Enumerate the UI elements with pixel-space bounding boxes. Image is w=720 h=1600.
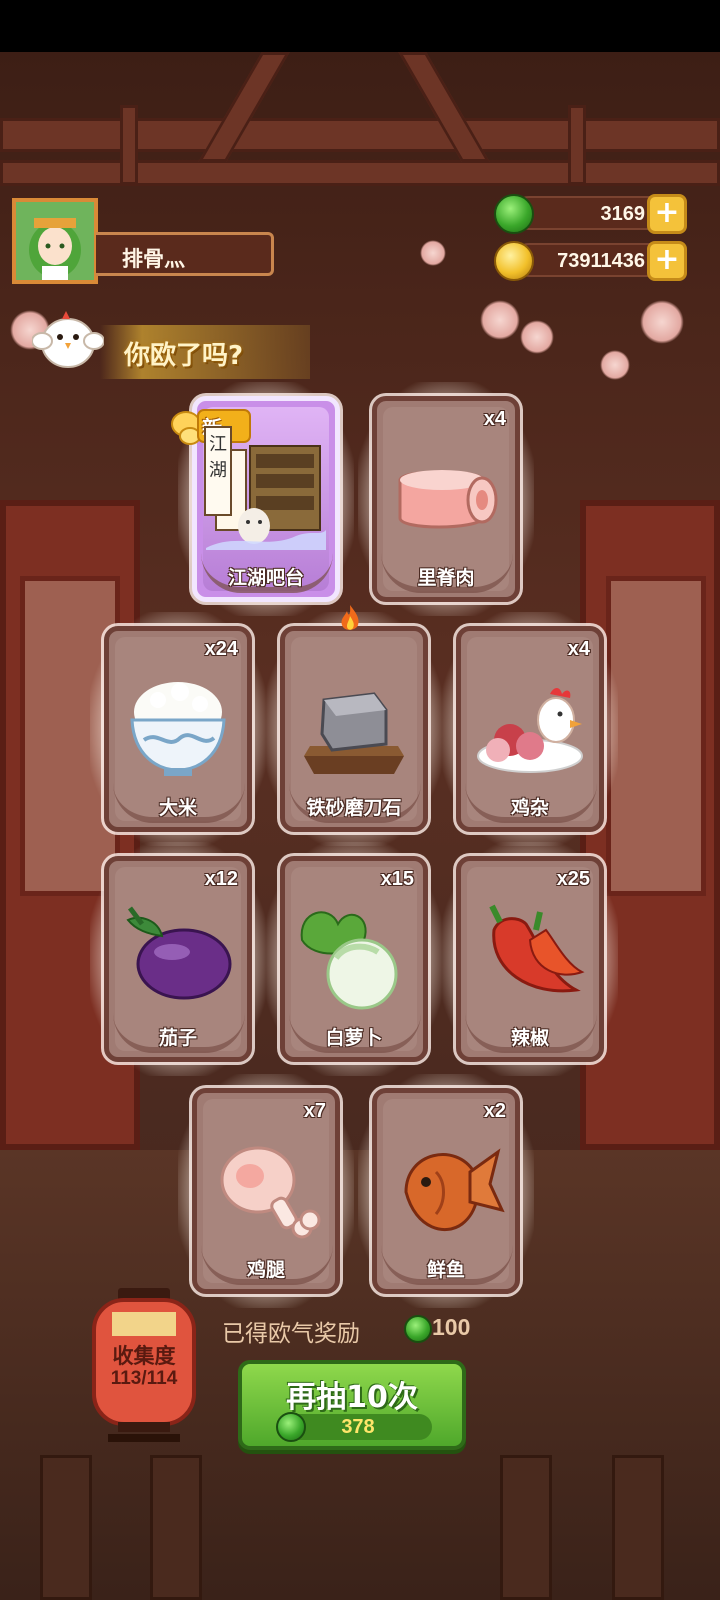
- chicken-offal-icon: [477, 688, 583, 773]
- slogan-banner: 你欧了吗?: [100, 325, 310, 379]
- jade-icon: [404, 1315, 432, 1343]
- roof-post-2: [568, 105, 586, 185]
- rice-bowl-icon: [130, 682, 226, 776]
- player-name: 排骨灬: [122, 247, 185, 271]
- add-jade-button[interactable]: +: [647, 194, 687, 234]
- blossom-decor: [600, 350, 630, 380]
- reward-card[interactable]: x4 里脊肉: [358, 382, 534, 616]
- coin-icon: [494, 241, 534, 281]
- fence-post: [500, 1455, 552, 1600]
- avatar-portrait-icon: [16, 202, 94, 280]
- reward-card[interactable]: x4 鸡杂: [442, 612, 618, 846]
- coin-currency-bar: 73911436 +: [494, 241, 687, 281]
- fence-post: [150, 1455, 202, 1600]
- drumstick-icon: [220, 1146, 321, 1239]
- card-quantity: x2: [483, 1100, 506, 1122]
- fire-icon: [338, 604, 362, 634]
- draw-cost-bar: 378: [276, 1412, 432, 1442]
- status-bar: [0, 0, 720, 52]
- roof-beam: [0, 118, 720, 152]
- reward-card[interactable]: x15 白萝卜: [266, 842, 442, 1076]
- card-quantity: x4: [483, 408, 506, 430]
- pork-loin-icon: [398, 470, 498, 529]
- draw-again-button[interactable]: 再抽10次 378: [238, 1360, 466, 1450]
- card-name: 茄子: [158, 1027, 197, 1049]
- reward-card[interactable]: x25 辣椒: [442, 842, 618, 1076]
- reward-card[interactable]: x12 茄子: [90, 842, 266, 1076]
- card-name: 辣椒: [510, 1027, 549, 1049]
- game-screen: 排骨灬 3169 + 73911436 + 你欧了吗? 江湖吧台新江湖 x4 里脊肉…: [0, 0, 720, 1600]
- jade-currency-bar: 3169 +: [494, 194, 687, 234]
- card-quantity: x15: [380, 868, 414, 890]
- coin-amount: 73911436: [557, 250, 645, 272]
- white-radish-icon: [300, 911, 398, 1010]
- scroll-char: 江: [209, 434, 227, 455]
- card-name: 鸡腿: [246, 1259, 285, 1281]
- right-window-lattice: [606, 576, 706, 896]
- chili-icon: [489, 904, 585, 993]
- collection-count: 113/114: [110, 1368, 178, 1389]
- card-name: 里脊肉: [417, 567, 475, 589]
- reward-label: 已得欧气奖励: [222, 1321, 360, 1347]
- fence-post: [612, 1455, 664, 1600]
- chick-mascot-icon: [32, 311, 104, 368]
- whetstone-icon: [304, 692, 404, 774]
- card-quantity: x25: [556, 868, 590, 890]
- card-quantity: x12: [204, 868, 238, 890]
- collection-lantern[interactable]: 收集度 113/114: [88, 1288, 200, 1448]
- card-quantity: x24: [204, 638, 238, 660]
- scroll-banner: 江湖: [204, 426, 232, 516]
- card-name: 鲜鱼: [426, 1259, 465, 1281]
- draw-cost-value: 378: [341, 1416, 375, 1438]
- card-name: 江湖吧台: [227, 567, 304, 589]
- card-name: 铁砂磨刀石: [306, 797, 402, 819]
- card-quantity: x7: [303, 1100, 326, 1122]
- reward-card[interactable]: 江湖吧台新江湖: [171, 382, 354, 616]
- draw-again-label: 再抽10次: [286, 1380, 418, 1415]
- blossom-decor: [480, 300, 520, 340]
- reward-card[interactable]: 铁砂磨刀石: [266, 612, 442, 846]
- card-name: 白萝卜: [325, 1027, 383, 1049]
- reward-value: 100: [432, 1314, 471, 1340]
- player-avatar[interactable]: [12, 198, 98, 284]
- jade-icon: [494, 194, 534, 234]
- add-coin-button[interactable]: +: [647, 241, 687, 281]
- jade-amount: 3169: [600, 203, 646, 225]
- fish-icon: [404, 1148, 505, 1232]
- roof-beam-lower: [0, 160, 720, 186]
- reward-card[interactable]: x24 大米: [90, 612, 266, 846]
- collection-label: 收集度: [112, 1344, 176, 1368]
- blossom-decor: [420, 240, 446, 266]
- fence-post: [40, 1455, 92, 1600]
- blossom-decor: [640, 300, 684, 344]
- reward-card[interactable]: x2 鲜鱼: [358, 1074, 534, 1308]
- blossom-decor: [520, 320, 554, 354]
- card-name: 鸡杂: [510, 797, 549, 819]
- eggplant-icon: [126, 906, 232, 1000]
- roof-post-1: [120, 105, 138, 185]
- reward-card[interactable]: x7 鸡腿: [178, 1074, 354, 1308]
- slogan-text: 你欧了吗?: [124, 341, 244, 371]
- scroll-char: 湖: [209, 460, 227, 481]
- card-quantity: x4: [567, 638, 590, 660]
- player-name-plate: 排骨灬: [96, 232, 274, 276]
- card-name: 大米: [158, 797, 197, 819]
